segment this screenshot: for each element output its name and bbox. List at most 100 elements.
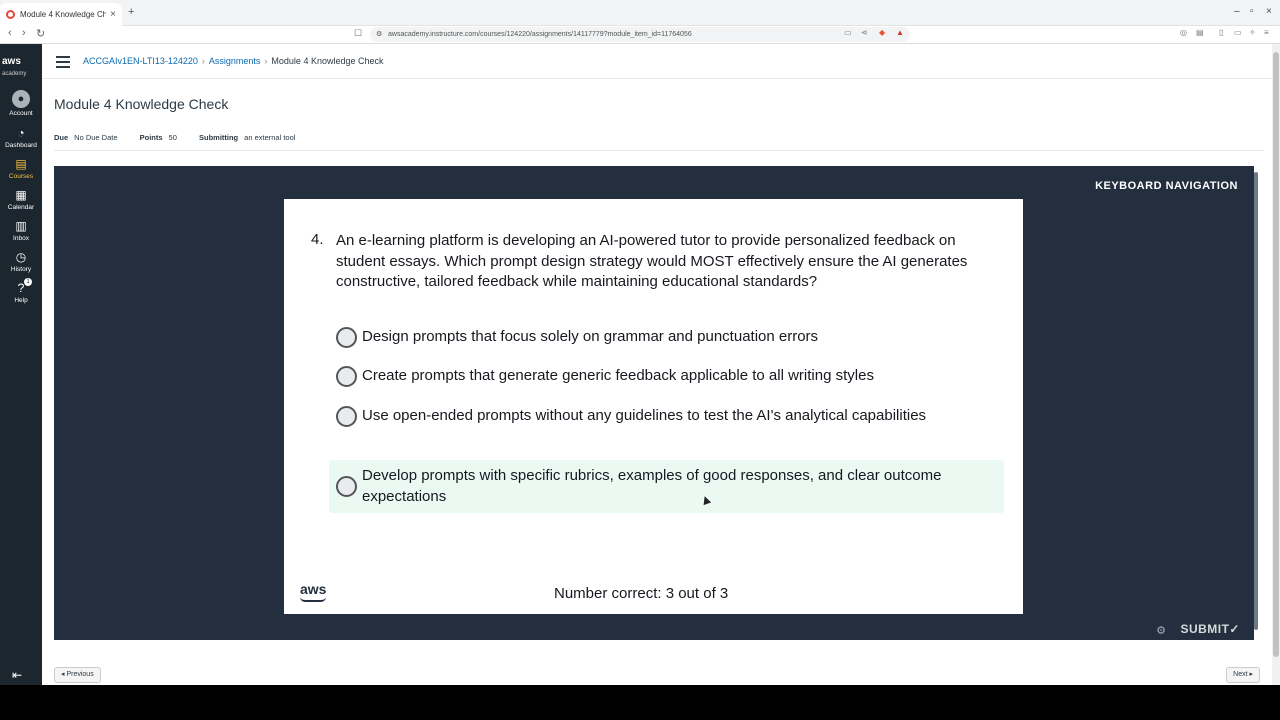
page-scrollbar-thumb[interactable] (1273, 52, 1279, 657)
nav-inbox[interactable]: ▥ Inbox (0, 219, 42, 242)
calendar-icon: ▦ (15, 188, 27, 202)
nav-account-label: Account (9, 110, 33, 117)
new-tab-button[interactable]: + (128, 6, 134, 18)
tool-scrollbar[interactable] (1254, 166, 1259, 640)
address-bar-row: ‹ › ↻ ☐ ⚙ awsacademy.instructure.com/cou… (0, 26, 1280, 44)
back-icon[interactable]: ‹ (8, 27, 12, 39)
brave-shield-icon[interactable]: ◆ (879, 28, 885, 37)
answer-option-label: Use open-ended prompts without any guide… (362, 407, 927, 425)
breadcrumb-separator: › (201, 56, 205, 66)
divider (54, 150, 1264, 151)
breadcrumb-separator: › (264, 56, 268, 66)
sidebar-icon[interactable]: ▯ (1219, 28, 1223, 37)
nav-history[interactable]: ◷ History (0, 250, 42, 273)
nav-account[interactable]: ● Account (0, 90, 42, 117)
logo-subtext: academy (2, 71, 27, 77)
nav-inbox-label: Inbox (13, 235, 29, 242)
url-field[interactable]: ⚙ awsacademy.instructure.com/courses/124… (370, 27, 910, 42)
settings-gear-icon[interactable]: ⚙ (1156, 624, 1166, 637)
answer-option-1[interactable]: Design prompts that focus solely on gram… (329, 321, 1004, 354)
minimize-button[interactable]: – (1234, 6, 1240, 17)
menu-icon[interactable]: ≡ (1264, 28, 1269, 37)
answer-option-3[interactable]: Use open-ended prompts without any guide… (329, 400, 1004, 433)
answer-option-label: Create prompts that generate generic fee… (362, 367, 874, 385)
leo-icon[interactable]: ✧ (1249, 28, 1256, 37)
maximize-button[interactable]: ▫ (1250, 6, 1254, 17)
cast-icon[interactable]: ▭ (844, 28, 852, 37)
nav-courses-label: Courses (8, 173, 34, 180)
nav-dashboard[interactable]: ◔ Dashboard (0, 126, 42, 149)
bookmark-icon[interactable]: ☐ (354, 28, 362, 39)
warning-icon[interactable]: ▲ (896, 28, 904, 37)
close-window-button[interactable]: × (1266, 6, 1272, 17)
assignment-details: Due No Due Date Points 50 Submitting an ext… (54, 133, 315, 142)
screen: { "browser": { "tab_title": "Module 4 Kn… (0, 0, 1280, 720)
submit-button[interactable]: SUBMIT✓ (1180, 622, 1240, 636)
next-button[interactable]: Next ▸ (1226, 667, 1260, 683)
reload-icon[interactable]: ↻ (36, 27, 45, 40)
breadcrumb-course-link[interactable]: ACCGAIv1EN-LTI13-124220 (83, 56, 198, 66)
url-text: awsacademy.instructure.com/courses/12422… (388, 31, 692, 38)
inbox-icon: ▥ (15, 219, 27, 233)
logo-text: aws (2, 56, 21, 67)
answer-option-4[interactable]: Develop prompts with specific rubrics, e… (329, 460, 1004, 513)
divider (42, 78, 1272, 79)
nav-help-label: Help (14, 297, 28, 304)
screen-bottom-bar (0, 685, 1280, 720)
keyboard-navigation-button[interactable]: KEYBOARD NAVIGATION (1095, 180, 1238, 192)
course-menu-toggle[interactable] (56, 56, 70, 71)
page-title: Module 4 Knowledge Check (54, 96, 229, 112)
tab-close-icon[interactable]: × (110, 9, 116, 20)
wallet-icon[interactable]: ▭ (1234, 28, 1242, 37)
breadcrumb-current: Module 4 Knowledge Check (271, 56, 384, 66)
courses-icon: ▤ (15, 157, 27, 171)
page-scrollbar[interactable] (1272, 44, 1280, 685)
aws-smile-icon (300, 597, 326, 602)
nav-help[interactable]: ? 1 Help (0, 278, 42, 304)
extension-icon[interactable]: ◎ (1180, 28, 1187, 37)
help-icon: ? (17, 281, 25, 295)
question-card: 4. An e-learning platform is developing … (284, 199, 1023, 614)
points-value: 50 (168, 133, 177, 142)
score-text: Number correct: 3 out of 3 (554, 585, 729, 602)
main-content: ACCGAIv1EN-LTI13-124220 › Assignments › Modu… (42, 44, 1272, 685)
due-label: Due (54, 133, 69, 142)
history-icon: ◷ (15, 250, 27, 264)
aws-academy-logo[interactable]: aws academy (2, 56, 42, 78)
global-navigation: aws academy ● Account ◔ Dashboard ▤ Cour… (0, 44, 42, 685)
favicon-icon (6, 10, 15, 19)
account-icon: ● (12, 90, 30, 108)
answer-option-label: Develop prompts with specific rubrics, e… (362, 467, 942, 505)
browser-tab-bar: Module 4 Knowledge Che × + – ▫ × (0, 0, 1280, 26)
radio-button[interactable] (336, 476, 357, 497)
breadcrumb: ACCGAIv1EN-LTI13-124220 › Assignments › Modu… (83, 56, 384, 66)
radio-button[interactable] (336, 327, 357, 348)
dashboard-icon: ◔ (17, 126, 25, 140)
collapse-nav-icon[interactable]: ⇤ (12, 668, 22, 682)
nav-history-label: History (10, 266, 32, 273)
breadcrumb-assignments-link[interactable]: Assignments (209, 56, 261, 66)
previous-button[interactable]: ◂ Previous (54, 667, 101, 683)
answer-option-label: Design prompts that focus solely on gram… (362, 328, 819, 346)
nav-calendar-label: Calendar (7, 204, 35, 211)
radio-button[interactable] (336, 406, 357, 427)
share-icon[interactable]: ⋖ (861, 28, 868, 37)
browser-tab[interactable]: Module 4 Knowledge Che × (0, 3, 122, 26)
answer-option-2[interactable]: Create prompts that generate generic fee… (329, 360, 1004, 393)
help-badge: 1 (24, 278, 32, 286)
submitting-label: Submitting (198, 133, 239, 142)
question-text: An e-learning platform is developing an … (336, 232, 968, 290)
radio-button[interactable] (336, 366, 357, 387)
points-label: Points (139, 133, 163, 142)
submitting-value: an external tool (244, 133, 296, 142)
aws-logo: aws (300, 581, 327, 597)
tab-title: Module 4 Knowledge Che (20, 10, 107, 19)
forward-icon[interactable]: › (22, 27, 26, 39)
tool-scrollbar-thumb[interactable] (1254, 172, 1258, 630)
site-info-icon[interactable]: ⚙ (376, 27, 382, 42)
reader-icon[interactable]: ▤ (1196, 28, 1204, 37)
nav-dashboard-label: Dashboard (5, 142, 37, 149)
nav-calendar[interactable]: ▦ Calendar (0, 188, 42, 211)
due-value: No Due Date (74, 133, 118, 142)
nav-courses[interactable]: ▤ Courses (0, 157, 42, 180)
